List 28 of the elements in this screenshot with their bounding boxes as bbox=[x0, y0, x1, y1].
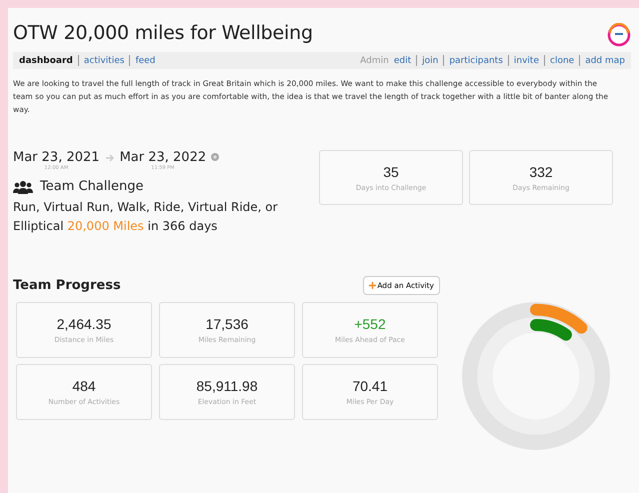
logo-icon[interactable] bbox=[607, 23, 631, 47]
page-title: OTW 20,000 miles for Wellbeing bbox=[13, 22, 313, 44]
admin-link[interactable]: edit bbox=[394, 56, 412, 66]
stat-value: 2,464.35 bbox=[56, 316, 112, 332]
arrow-icon bbox=[104, 153, 115, 163]
nav-tab[interactable]: feed bbox=[135, 56, 156, 66]
admin-link[interactable]: participants bbox=[449, 56, 503, 66]
group-icon bbox=[13, 180, 33, 194]
stat-value: 332 bbox=[529, 164, 553, 180]
admin-link[interactable]: add map bbox=[585, 56, 625, 66]
stat-value: +552 bbox=[354, 316, 386, 332]
stat-value: 70.41 bbox=[352, 378, 388, 394]
admin-label: Admin bbox=[360, 56, 389, 66]
admin-link[interactable]: join bbox=[422, 56, 438, 66]
stat-value: 17,536 bbox=[206, 316, 248, 332]
start-date: Mar 23, 2021 bbox=[13, 150, 100, 165]
admin-link[interactable]: invite bbox=[514, 56, 539, 66]
plus-icon bbox=[369, 282, 376, 288]
stat-value: 484 bbox=[72, 378, 96, 394]
challenge-type: Team Challenge bbox=[40, 179, 144, 194]
stat-value: 35 bbox=[383, 164, 399, 180]
stat-value: 85,911.98 bbox=[196, 378, 258, 394]
admin-link[interactable]: clone bbox=[550, 56, 574, 66]
nav-tab[interactable]: activities bbox=[84, 56, 124, 66]
end-date: Mar 23, 2022 bbox=[120, 150, 206, 165]
challenge-goal: Run, Virtual Run, Walk, Ride, Virtual Ride, or Elliptical 20,000 Miles in 366 days bbox=[13, 199, 279, 235]
section-heading: Team Progress bbox=[13, 278, 121, 293]
nav-tab[interactable]: dashboard bbox=[19, 56, 73, 66]
